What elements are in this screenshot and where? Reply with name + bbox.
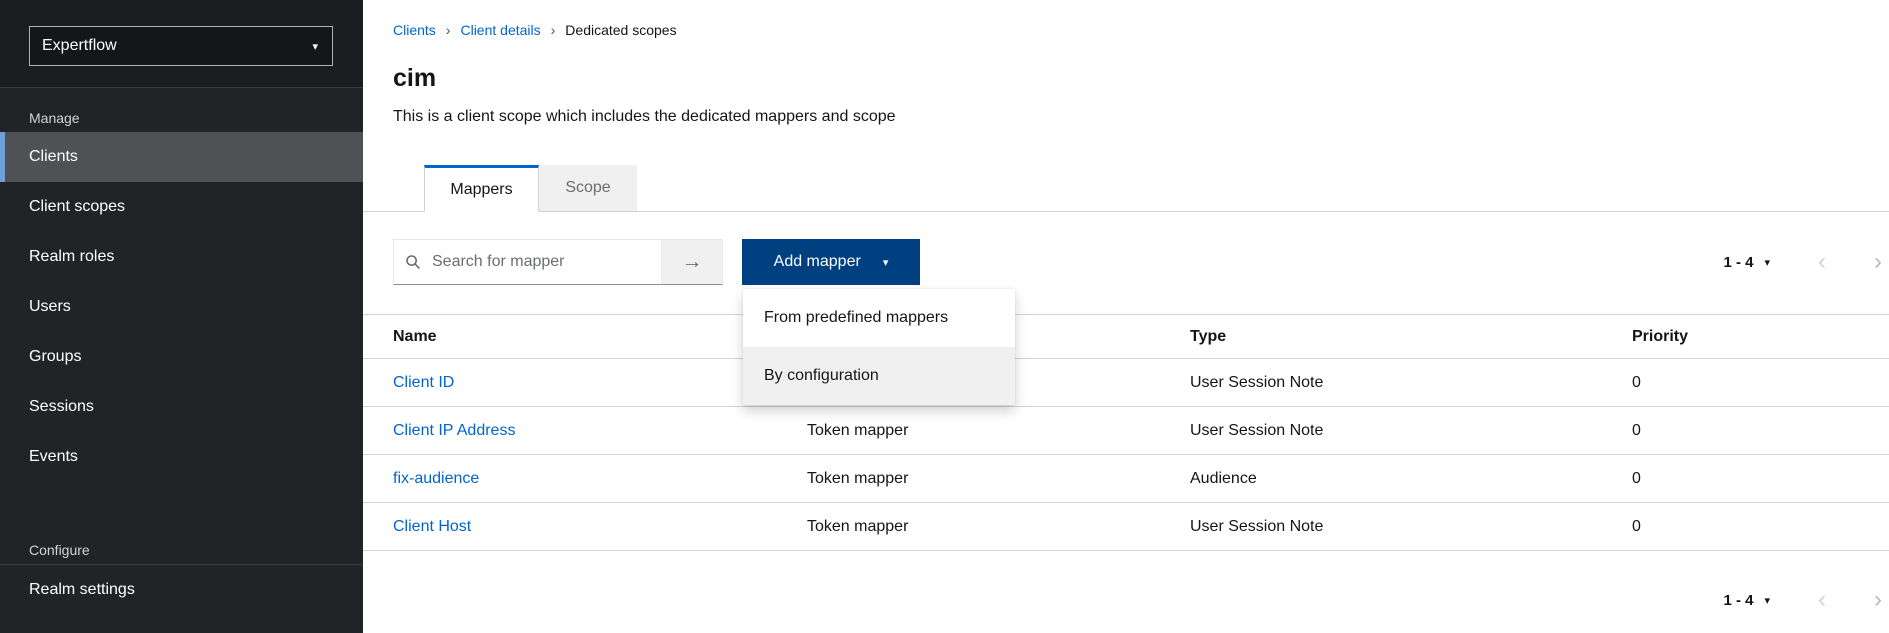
- mapper-type: User Session Note: [1190, 518, 1632, 536]
- next-page-button[interactable]: ›: [1874, 250, 1882, 274]
- table-row: fix-audience Token mapper Audience 0 ⋮: [363, 455, 1889, 503]
- breadcrumb-client-details[interactable]: Client details: [460, 22, 540, 38]
- pagination-top: 1 - 4 ▾ ‹ ›: [1723, 239, 1889, 285]
- search-submit-button[interactable]: →: [662, 239, 723, 285]
- tab-strip: Mappers Scope: [363, 165, 1889, 212]
- sidebar-item-users[interactable]: Users: [0, 282, 363, 332]
- mapper-category: Token mapper: [807, 422, 1190, 440]
- table-row: Client ID Token mapper User Session Note…: [363, 359, 1889, 407]
- column-header-priority: Priority: [1632, 328, 1880, 346]
- nav-group-manage: Manage: [0, 104, 363, 132]
- column-header-type: Type: [1190, 328, 1632, 346]
- sidebar-item-client-scopes[interactable]: Client scopes: [0, 182, 363, 232]
- nav-group-configure: Configure: [0, 536, 363, 564]
- kebab-menu-icon[interactable]: ⋮: [1880, 515, 1889, 538]
- breadcrumb-current: Dedicated scopes: [565, 22, 676, 38]
- mapper-type: Audience: [1190, 470, 1632, 488]
- mapper-link[interactable]: Client ID: [393, 374, 454, 391]
- mapper-link[interactable]: Client IP Address: [393, 422, 515, 439]
- sidebar-item-clients[interactable]: Clients: [0, 132, 363, 182]
- arrow-right-icon: →: [682, 250, 703, 274]
- kebab-menu-icon[interactable]: ⋮: [1880, 419, 1889, 442]
- mapper-priority: 0: [1632, 374, 1880, 392]
- table-row: Client Host Token mapper User Session No…: [363, 503, 1889, 551]
- sidebar: Expertflow ▾ Manage Clients Client scope…: [0, 0, 363, 633]
- table-row: Client IP Address Token mapper User Sess…: [363, 407, 1889, 455]
- mappers-table: Name Type Priority Client ID Token mappe…: [363, 314, 1889, 551]
- table-header-row: Name Type Priority: [363, 315, 1889, 359]
- caret-down-icon: ▾: [312, 40, 318, 53]
- caret-down-icon[interactable]: ▾: [1764, 256, 1770, 269]
- caret-down-icon[interactable]: ▾: [1764, 594, 1770, 607]
- add-mapper-dropdown-menu: From predefined mappers By configuration: [743, 289, 1015, 405]
- tab-scope[interactable]: Scope: [539, 165, 637, 211]
- main-content: Clients › Client details › Dedicated sco…: [363, 0, 1889, 633]
- page-title: cim: [393, 64, 436, 93]
- mapper-category: Token mapper: [807, 470, 1190, 488]
- column-header-name: Name: [363, 328, 807, 346]
- menu-item-by-configuration[interactable]: By configuration: [743, 347, 1015, 405]
- kebab-menu-icon[interactable]: ⋮: [1880, 371, 1889, 394]
- sidebar-item-groups[interactable]: Groups: [0, 332, 363, 382]
- pagination-range: 1 - 4: [1723, 254, 1753, 271]
- menu-item-from-predefined-mappers[interactable]: From predefined mappers: [743, 289, 1015, 347]
- nav-spacer: [0, 482, 363, 536]
- realm-switcher[interactable]: Expertflow ▾: [29, 26, 333, 66]
- search-input[interactable]: [393, 239, 662, 285]
- sidebar-item-realm-settings[interactable]: Realm settings: [0, 565, 363, 615]
- realm-name: Expertflow: [42, 37, 117, 55]
- breadcrumb: Clients › Client details › Dedicated sco…: [393, 22, 677, 38]
- search-icon: [405, 254, 421, 270]
- add-mapper-button[interactable]: Add mapper ▾: [742, 239, 920, 285]
- sidebar-nav: Manage Clients Client scopes Realm roles…: [0, 88, 363, 615]
- mapper-priority: 0: [1632, 470, 1880, 488]
- mapper-link[interactable]: Client Host: [393, 518, 471, 535]
- mapper-category: Token mapper: [807, 518, 1190, 536]
- tab-mappers[interactable]: Mappers: [424, 165, 539, 212]
- pagination-bottom: 1 - 4 ▾ ‹ ›: [1723, 577, 1889, 623]
- mapper-type: User Session Note: [1190, 422, 1632, 440]
- page-subtitle: This is a client scope which includes th…: [393, 108, 896, 126]
- sidebar-item-events[interactable]: Events: [0, 432, 363, 482]
- kebab-menu-icon[interactable]: ⋮: [1880, 467, 1889, 490]
- caret-down-icon: ▾: [883, 256, 889, 269]
- pagination-range: 1 - 4: [1723, 592, 1753, 609]
- previous-page-button[interactable]: ‹: [1818, 250, 1826, 274]
- breadcrumb-separator-icon: ›: [446, 22, 451, 38]
- breadcrumb-separator-icon: ›: [551, 22, 556, 38]
- sidebar-item-sessions[interactable]: Sessions: [0, 382, 363, 432]
- search-group: →: [393, 239, 723, 285]
- toolbar: → Add mapper ▾: [393, 239, 920, 285]
- mapper-type: User Session Note: [1190, 374, 1632, 392]
- breadcrumb-clients[interactable]: Clients: [393, 22, 436, 38]
- previous-page-button[interactable]: ‹: [1818, 588, 1826, 612]
- mapper-priority: 0: [1632, 518, 1880, 536]
- mapper-link[interactable]: fix-audience: [393, 470, 479, 487]
- add-mapper-label: Add mapper: [774, 253, 861, 271]
- sidebar-item-realm-roles[interactable]: Realm roles: [0, 232, 363, 282]
- next-page-button[interactable]: ›: [1874, 588, 1882, 612]
- mapper-priority: 0: [1632, 422, 1880, 440]
